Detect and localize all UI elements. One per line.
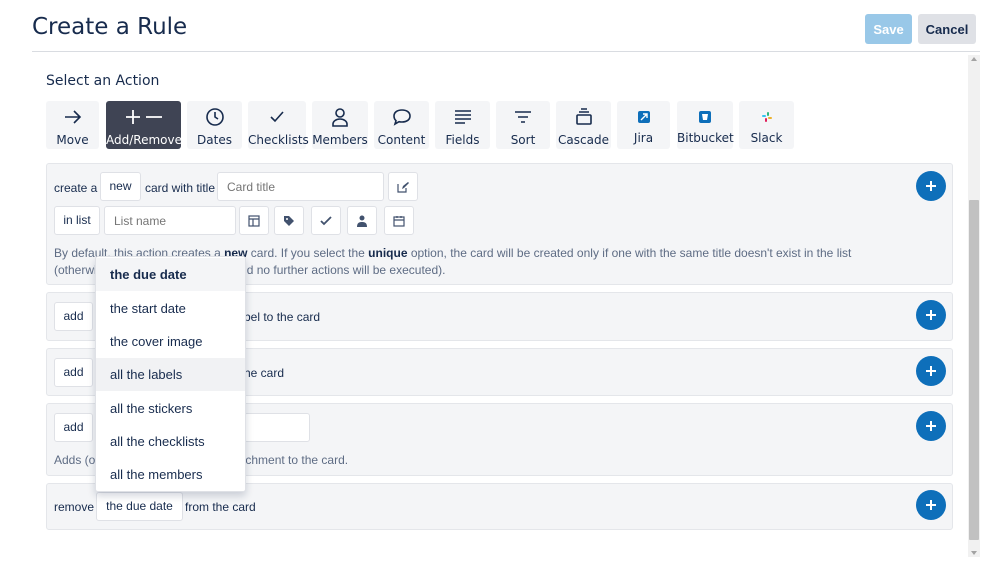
- action-label: Sort: [510, 133, 536, 147]
- remove-target-selector[interactable]: the due date: [96, 492, 183, 521]
- board-icon: [248, 212, 260, 229]
- check-icon: [320, 212, 332, 229]
- lines-icon: [435, 104, 490, 128]
- dropdown-option[interactable]: all the checklists: [96, 425, 245, 458]
- attachment-input[interactable]: [244, 413, 310, 442]
- new-selector[interactable]: new: [100, 172, 141, 201]
- action-label: Add/Remove: [106, 133, 182, 147]
- check-icon: [248, 104, 306, 128]
- action-members-button[interactable]: Members: [312, 101, 368, 149]
- action-label: Content: [377, 133, 426, 147]
- add-selector[interactable]: add: [54, 413, 93, 442]
- scrollbar[interactable]: [968, 55, 980, 557]
- list-name-input[interactable]: [104, 206, 236, 235]
- sort-icon: [496, 104, 550, 128]
- card-title-input[interactable]: [217, 172, 384, 201]
- add-label-tail: bel to the card: [244, 310, 321, 324]
- action-slack-button[interactable]: Slack: [739, 101, 794, 149]
- action-dates-button[interactable]: Dates: [187, 101, 242, 149]
- edit-title-button[interactable]: [388, 172, 418, 201]
- person-icon: [312, 104, 368, 128]
- board-picker-button[interactable]: [239, 206, 269, 235]
- add-selector[interactable]: add: [54, 302, 93, 331]
- edit-icon: [397, 178, 409, 195]
- add-selector[interactable]: add: [54, 358, 93, 387]
- action-label: Fields: [445, 133, 480, 147]
- dropdown-option[interactable]: all the stickers: [96, 392, 245, 425]
- person-icon: [357, 212, 367, 229]
- plus-minus-icon: [106, 104, 181, 128]
- action-fields-button[interactable]: Fields: [435, 101, 490, 149]
- action-bitbucket-button[interactable]: Bitbucket: [677, 101, 734, 149]
- action-jira-button[interactable]: Jira: [617, 101, 670, 149]
- clock-icon: [187, 104, 242, 128]
- add-action-plus-button[interactable]: [916, 356, 946, 386]
- checklist-picker-button[interactable]: [311, 206, 341, 235]
- cascade-icon: [556, 104, 611, 128]
- dropdown-option[interactable]: all the labels: [96, 358, 245, 391]
- action-label: Bitbucket: [677, 131, 734, 145]
- action-label: Move: [56, 133, 89, 147]
- dropdown-option[interactable]: the due date: [96, 258, 245, 291]
- label-picker-button[interactable]: [274, 206, 304, 235]
- add-action-plus-button[interactable]: [916, 411, 946, 441]
- card-with-title-label: card with title: [145, 181, 216, 195]
- action-add-remove-button[interactable]: Add/Remove: [106, 101, 182, 149]
- action-label: Jira: [633, 131, 654, 145]
- action-label: Slack: [750, 131, 783, 145]
- speech-bubble-icon: [374, 104, 429, 128]
- bitbucket-icon: [677, 109, 733, 123]
- remove-tail: from the card: [185, 500, 256, 514]
- member-picker-button[interactable]: [347, 206, 377, 235]
- action-label: Dates: [197, 133, 232, 147]
- scroll-up-arrow-icon[interactable]: [971, 57, 977, 61]
- arrow-right-icon: [46, 104, 99, 128]
- remove-target-dropdown: the due date the start date the cover im…: [95, 256, 246, 492]
- action-cascade-button[interactable]: Cascade: [556, 101, 611, 149]
- remove-label: remove: [54, 500, 95, 514]
- action-content-button[interactable]: Content: [374, 101, 429, 149]
- page-title: Create a Rule: [32, 14, 188, 40]
- header: Create a Rule Save Cancel: [0, 0, 999, 52]
- add-item-tail: he card: [244, 366, 285, 380]
- in-list-selector[interactable]: in list: [54, 206, 100, 235]
- header-divider: [32, 51, 980, 52]
- section-title: Select an Action: [46, 73, 160, 89]
- date-picker-button[interactable]: [384, 206, 414, 235]
- add-action-plus-button[interactable]: [916, 171, 946, 201]
- action-checklists-button[interactable]: Checklists: [248, 101, 309, 149]
- action-label: Checklists: [248, 133, 309, 147]
- create-a-label: create a: [54, 181, 98, 195]
- action-label: Members: [312, 133, 368, 147]
- tag-icon: [283, 212, 295, 229]
- cancel-button[interactable]: Cancel: [918, 14, 976, 44]
- save-button[interactable]: Save: [865, 14, 912, 44]
- action-label: Cascade: [558, 133, 609, 147]
- dropdown-option[interactable]: all the members: [96, 458, 245, 491]
- dropdown-option[interactable]: the start date: [96, 292, 245, 325]
- action-move-button[interactable]: Move: [46, 101, 99, 149]
- jira-icon: [617, 109, 670, 123]
- scroll-down-arrow-icon[interactable]: [971, 551, 977, 555]
- dropdown-option[interactable]: the cover image: [96, 325, 245, 358]
- add-action-plus-button[interactable]: [916, 490, 946, 520]
- scroll-thumb[interactable]: [969, 200, 979, 540]
- slack-icon: [739, 109, 794, 123]
- add-action-plus-button[interactable]: [916, 300, 946, 330]
- action-sort-button[interactable]: Sort: [496, 101, 550, 149]
- calendar-icon: [393, 212, 405, 229]
